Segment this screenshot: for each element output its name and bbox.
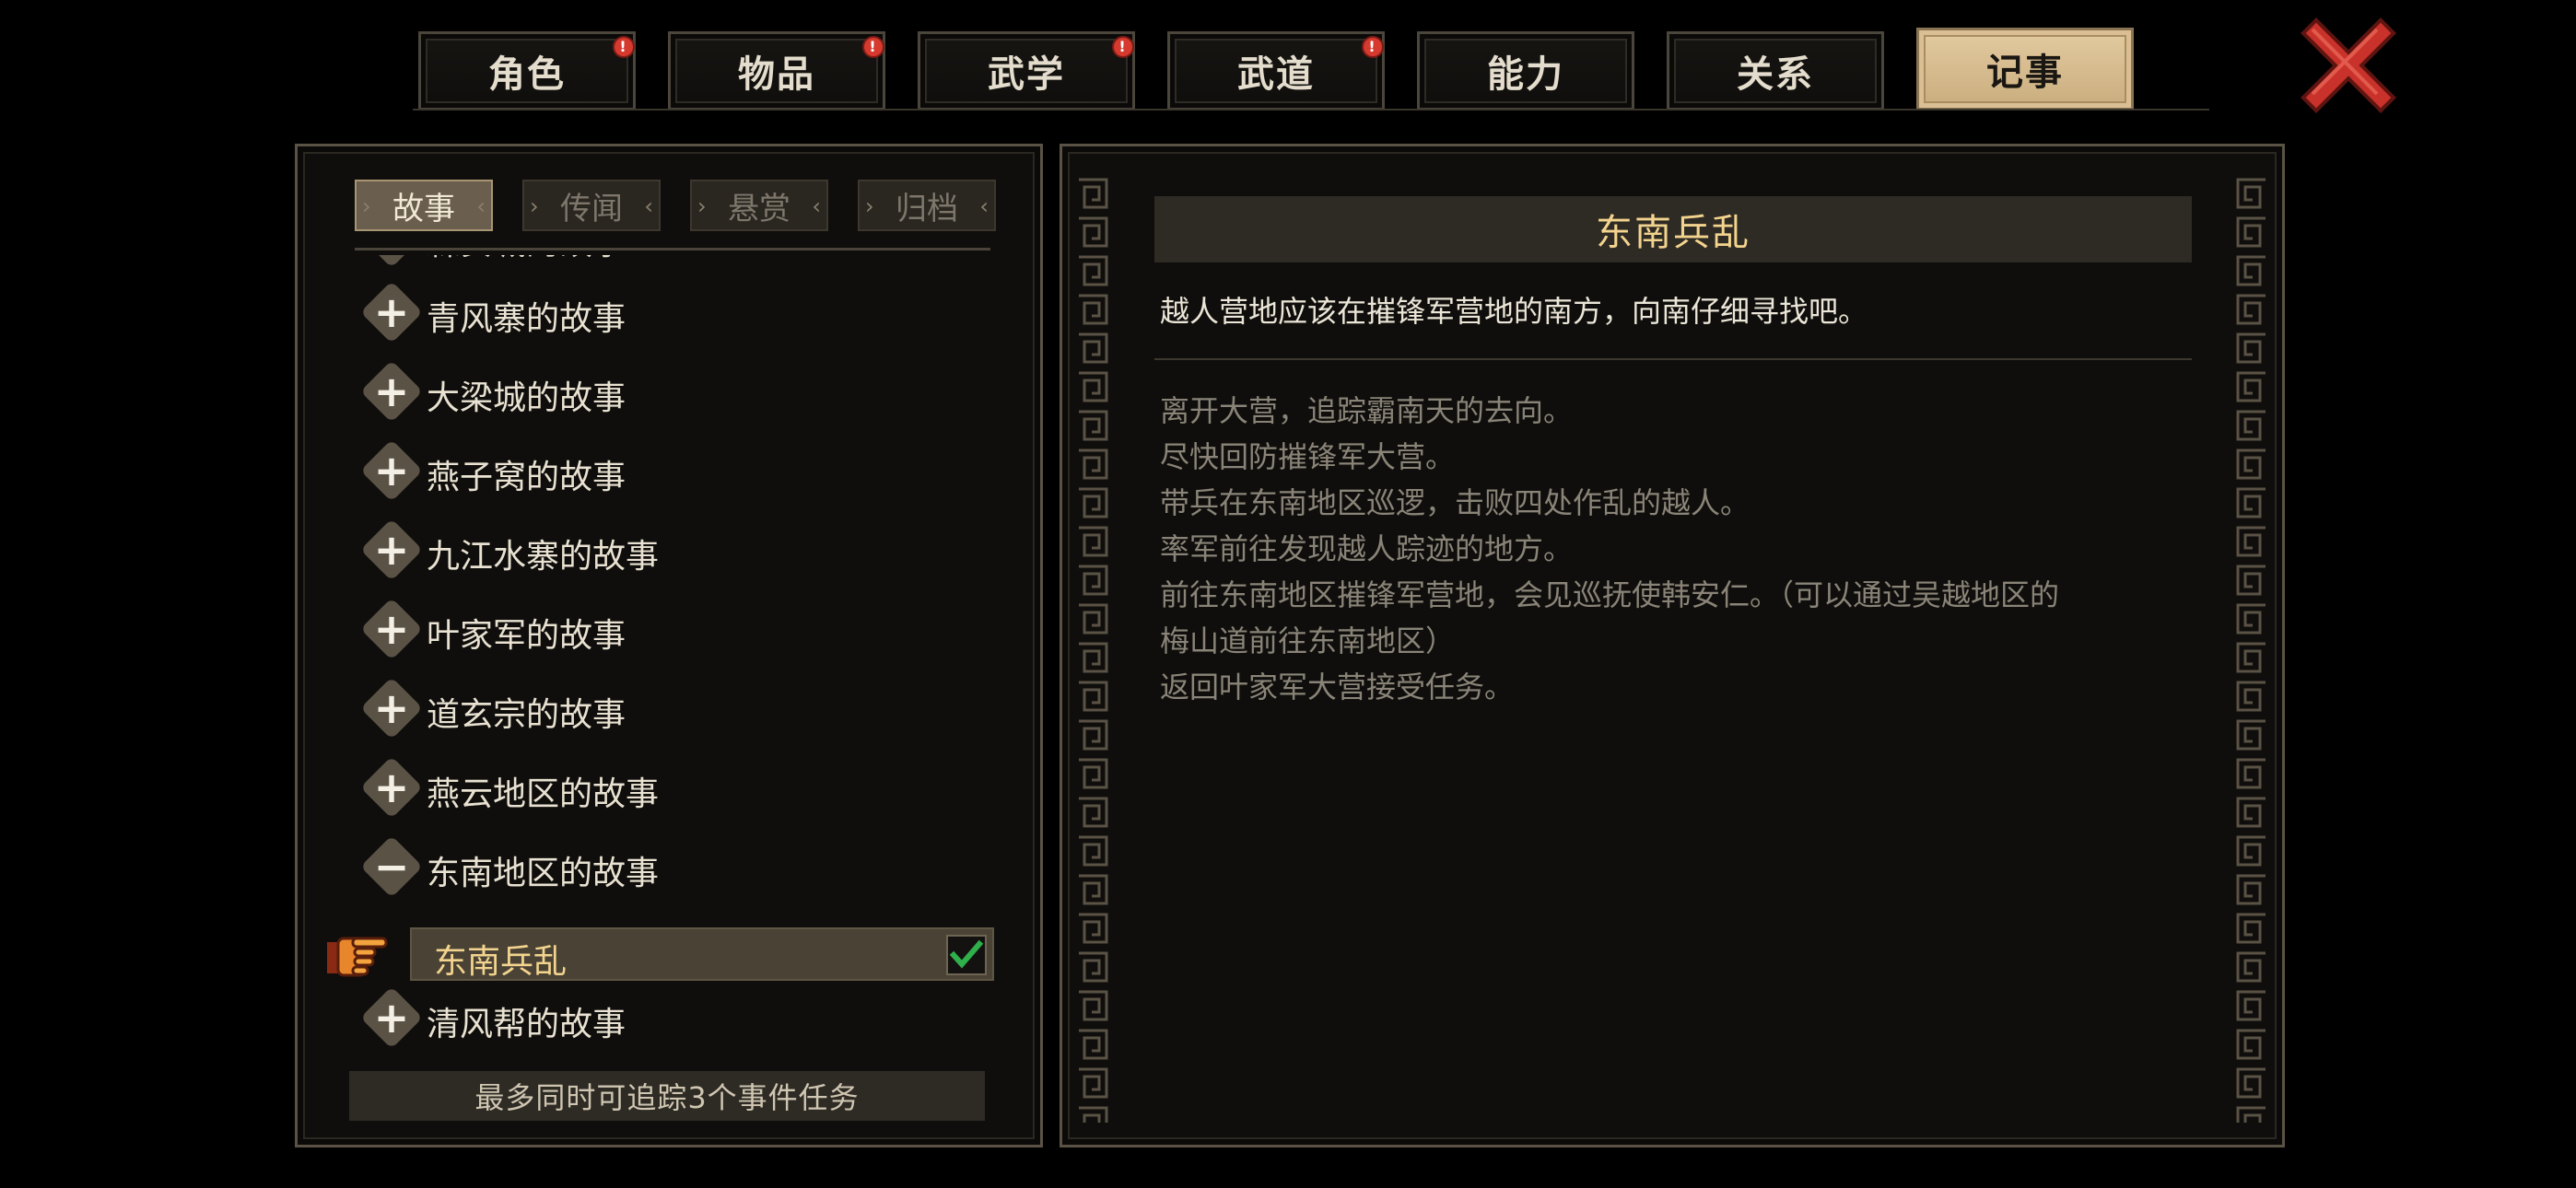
tab-bar-divider (413, 109, 2209, 111)
subtab-rumors[interactable]: › 传闻 ‹ (522, 180, 661, 231)
subtab-stories[interactable]: › 故事 ‹ (355, 180, 493, 231)
history-entry: 带兵在东南地区巡逻，击败四处作乱的越人。 (1160, 485, 1751, 520)
right-arrow-decoration: ‹ (979, 193, 989, 219)
detail-divider (1154, 358, 2192, 360)
subtab-label: 归档 (896, 190, 958, 227)
quest-history: 离开大营，追踪霸南天的去向。 尽快回防摧锋军大营。 带兵在东南地区巡逻，击败四处… (1160, 388, 2197, 710)
tab-abilities[interactable]: 能力 (1417, 31, 1634, 111)
left-arrow-decoration: › (865, 193, 874, 219)
plus-icon: + (373, 525, 410, 575)
list-item[interactable]: + 燕子窝的故事 (353, 439, 998, 515)
tab-label: 关系 (1737, 53, 1814, 96)
track-checkbox[interactable] (946, 935, 987, 975)
list-item[interactable]: + 森安城的故事 (353, 255, 998, 281)
quest-item-selected[interactable]: 东南兵乱 (410, 927, 994, 981)
list-item-label: 燕云地区的故事 (427, 775, 660, 813)
plus-icon: + (373, 683, 410, 733)
right-arrow-decoration: ‹ (812, 193, 821, 219)
subtab-label: 故事 (392, 190, 455, 227)
history-entry: 返回叶家军大营接受任务。 (1160, 670, 1515, 705)
list-item-label: 燕子窝的故事 (427, 459, 626, 496)
list-item-label: 清风帮的故事 (427, 1006, 626, 1043)
right-arrow-decoration: ‹ (644, 193, 653, 219)
notification-badge: ! (613, 36, 635, 58)
plus-icon: + (369, 255, 414, 259)
history-entry: 离开大营，追踪霸南天的去向。 (1160, 393, 1574, 428)
list-item[interactable]: + 叶家军的故事 (353, 598, 998, 673)
plus-icon: + (373, 763, 410, 812)
meander-border-decoration (2232, 174, 2271, 1123)
tab-label: 角色 (488, 53, 566, 96)
main-tab-bar: 角色 ! 物品 ! 武学 ! 武道 ! 能力 关系 记事 (413, 28, 2139, 111)
list-item-label: 九江水寨的故事 (427, 538, 660, 576)
list-item-label: 东南地区的故事 (427, 855, 660, 892)
subtab-bounties[interactable]: › 悬赏 ‹ (690, 180, 828, 231)
tab-label: 武道 (1237, 53, 1315, 96)
quest-detail-panel: 东南兵乱 越人营地应该在摧锋军营地的南方，向南仔细寻找吧。 离开大营，追踪霸南天… (1060, 144, 2285, 1147)
story-list-panel: › 故事 ‹ › 传闻 ‹ › 悬赏 ‹ › 归档 ‹ + 森安城的故事 (295, 144, 1043, 1147)
close-x-icon (2301, 17, 2396, 113)
notification-badge: ! (1112, 36, 1134, 58)
current-objective: 越人营地应该在摧锋军营地的南方，向南仔细寻找吧。 (1160, 294, 1868, 329)
notification-badge: ! (862, 36, 884, 58)
tab-label: 武学 (988, 53, 1065, 96)
list-item-expanded[interactable]: − 东南地区的故事 (353, 835, 998, 911)
left-arrow-decoration: › (530, 193, 539, 219)
tab-character[interactable]: 角色 ! (418, 31, 636, 111)
history-entry: 率军前往发现越人踪迹的地方。 (1160, 531, 1574, 566)
list-item-label: 青风寨的故事 (427, 300, 626, 338)
tab-label: 物品 (738, 53, 815, 96)
tab-label: 能力 (1487, 53, 1564, 96)
subtab-divider (355, 248, 990, 250)
list-item-label: 森安城的故事 (427, 255, 626, 264)
tab-journal[interactable]: 记事 (1916, 28, 2134, 111)
checkmark-icon (949, 939, 984, 969)
minus-icon: − (373, 842, 410, 891)
notification-badge: ! (1362, 36, 1384, 58)
list-item[interactable]: + 大梁城的故事 (353, 360, 998, 436)
left-arrow-decoration: › (697, 193, 707, 219)
subtab-label: 悬赏 (728, 190, 790, 227)
history-entry: 尽快回防摧锋军大营。 (1160, 439, 1456, 474)
list-item[interactable]: + 道玄宗的故事 (353, 677, 998, 752)
journal-subtabs: › 故事 ‹ › 传闻 ‹ › 悬赏 ‹ › 归档 ‹ (355, 180, 1000, 231)
quest-item-label: 东南兵乱 (434, 943, 568, 981)
list-item[interactable]: + 清风帮的故事 (353, 986, 998, 1062)
tab-martial-way[interactable]: 武道 ! (1167, 31, 1385, 111)
plus-icon: + (373, 287, 410, 337)
tab-martial-arts[interactable]: 武学 ! (918, 31, 1135, 111)
tab-relations[interactable]: 关系 (1667, 31, 1884, 111)
tracking-limit-hint: 最多同时可追踪3个事件任务 (349, 1071, 985, 1121)
list-item[interactable]: + 青风寨的故事 (353, 281, 998, 356)
quest-title: 东南兵乱 (1154, 196, 2192, 262)
tab-label: 记事 (1986, 52, 2064, 94)
list-item[interactable]: + 燕云地区的故事 (353, 756, 998, 832)
subtab-archive[interactable]: › 归档 ‹ (858, 180, 996, 231)
history-entry: 前往东南地区摧锋军营地，会见巡抚使韩安仁。（可以通过吴越地区的 梅山道前往东南地… (1160, 577, 2060, 658)
subtab-label: 传闻 (560, 190, 623, 227)
plus-icon: + (373, 367, 410, 416)
list-item-label: 大梁城的故事 (427, 379, 626, 417)
plus-icon: + (373, 604, 410, 654)
list-item-label: 叶家军的故事 (427, 617, 626, 655)
meander-border-decoration (1073, 174, 1112, 1123)
right-arrow-decoration: ‹ (476, 193, 486, 219)
pointing-hand-icon (325, 929, 390, 981)
tab-items[interactable]: 物品 ! (668, 31, 885, 111)
list-item[interactable]: + 九江水寨的故事 (353, 518, 998, 594)
left-arrow-decoration: › (362, 193, 371, 219)
plus-icon: + (373, 446, 410, 495)
plus-icon: + (373, 993, 410, 1042)
list-item-label: 道玄宗的故事 (427, 696, 626, 734)
close-button[interactable] (2300, 17, 2397, 114)
